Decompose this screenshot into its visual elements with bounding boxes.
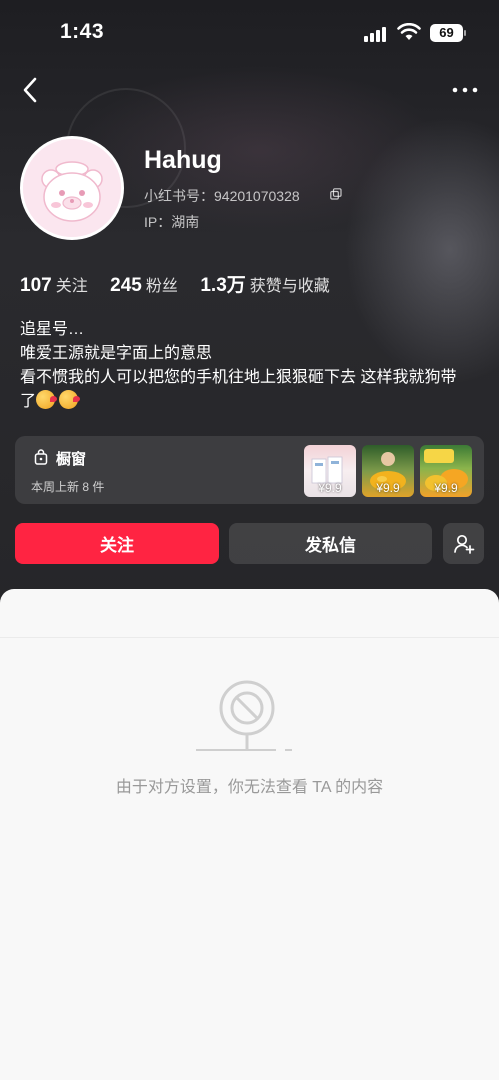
blocked-icon	[196, 680, 292, 751]
stat-followers-count: 245	[110, 275, 142, 296]
bio-line: 看不惯我的人可以把您的手机往地上狠狠砸下去 这样我就狗带	[20, 369, 457, 386]
shop-window-title: 橱窗	[56, 451, 87, 468]
kissing-face-emoji	[36, 390, 58, 409]
more-button[interactable]	[446, 72, 486, 108]
battery-icon: 69	[430, 24, 463, 42]
add-friend-icon	[453, 534, 474, 554]
avatar[interactable]	[20, 136, 124, 240]
bio-line: 唯爱王源就是字面上的意思	[20, 345, 213, 362]
product-price: ¥9.9	[376, 481, 400, 495]
kissing-face-emoji	[59, 390, 81, 409]
product-thumbnail[interactable]: ¥9.9	[420, 445, 472, 497]
ip-location: IP：湖南	[144, 214, 200, 230]
product-thumbnail[interactable]: ¥9.9	[304, 445, 356, 497]
status-time: 1:43	[60, 20, 105, 43]
profile-stats: 107 关注 245 粉丝 1.3万 获赞与收藏	[20, 270, 348, 298]
back-arrow-icon	[23, 77, 37, 103]
shop-window-card[interactable]: 橱窗 本周上新 8 件 ¥9.9 ¥9.9 ¥9.9	[15, 436, 484, 504]
copy-icon[interactable]	[330, 188, 342, 200]
stat-following[interactable]: 107 关注	[20, 272, 88, 297]
back-button[interactable]	[14, 72, 50, 108]
add-friend-button[interactable]	[443, 523, 484, 564]
stat-likes-count: 1.3万	[200, 275, 246, 296]
bio-line: 追星号…	[20, 321, 85, 338]
bio-line-with-emoji: 了	[20, 390, 490, 414]
profile-bio: 追星号… 唯爱王源就是字面上的意思 看不惯我的人可以把您的手机往地上狠狠砸下去 …	[20, 318, 490, 414]
content-area: 由于对方设置，你无法查看 TA 的内容	[0, 589, 499, 1080]
shop-window-subtitle: 本周上新 8 件	[31, 480, 105, 494]
blocked-content-message: 由于对方设置，你无法查看 TA 的内容	[115, 779, 384, 796]
wifi-icon	[397, 23, 421, 40]
redbook-id: 小红书号：94201070328	[144, 188, 300, 204]
follow-button[interactable]: 关注	[15, 523, 219, 564]
bag-icon	[34, 449, 48, 465]
stat-likes[interactable]: 1.3万 获赞与收藏	[200, 270, 329, 297]
username: Hahug	[144, 146, 222, 174]
profile-header-background	[0, 0, 499, 610]
status-bar: 1:43 69	[0, 0, 499, 66]
stat-following-label: 关注	[55, 278, 88, 295]
stat-following-count: 107	[20, 275, 52, 296]
product-price: ¥9.9	[434, 481, 458, 495]
stat-followers-label: 粉丝	[145, 278, 178, 295]
battery-tip	[464, 30, 466, 36]
bio-line: 了	[20, 393, 37, 410]
avatar-bear-image	[23, 139, 121, 237]
signal-icon	[364, 26, 388, 42]
more-icon	[452, 87, 478, 93]
send-message-button[interactable]: 发私信	[229, 523, 432, 564]
product-thumbnail[interactable]: ¥9.9	[362, 445, 414, 497]
content-divider	[0, 637, 499, 638]
stat-likes-label: 获赞与收藏	[249, 278, 330, 295]
product-price: ¥9.9	[318, 481, 342, 495]
stat-followers[interactable]: 245 粉丝	[110, 272, 178, 297]
